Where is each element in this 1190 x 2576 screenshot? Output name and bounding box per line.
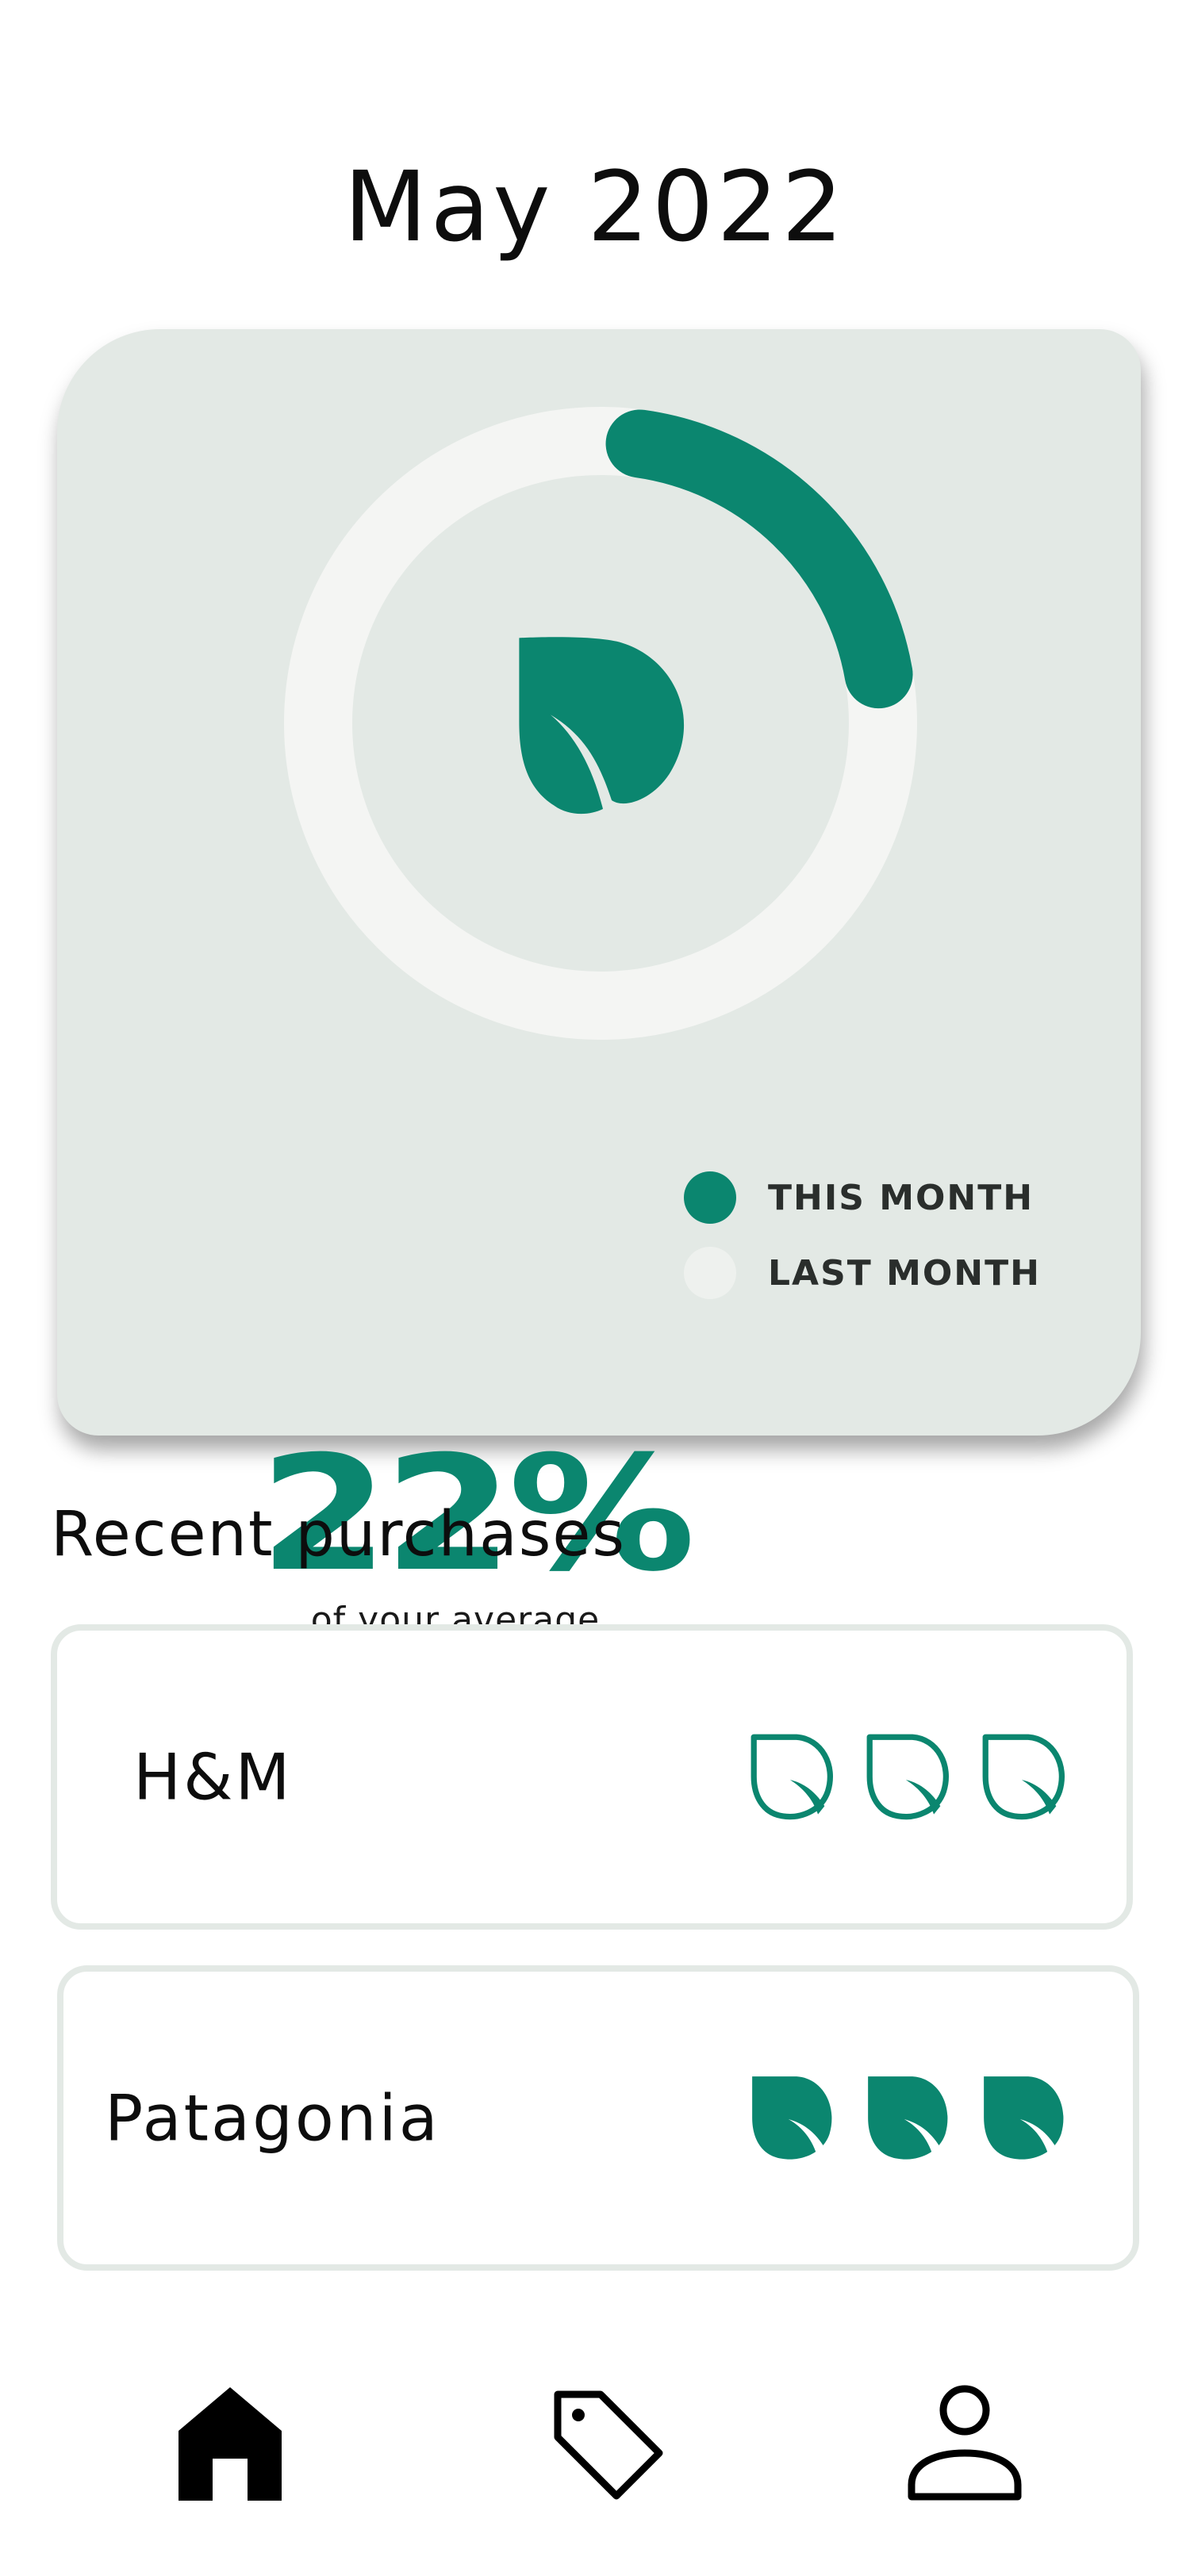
purchase-card-patagonia[interactable]: Patagonia	[57, 1965, 1139, 2271]
purchase-card-hm[interactable]: H&M	[51, 1624, 1133, 1930]
legend-label-this-month: THIS MONTH	[768, 1177, 1035, 1218]
home-icon	[178, 2387, 282, 2501]
leaf-outline-icon	[982, 1734, 1065, 1819]
user-icon	[908, 2385, 1022, 2501]
leaf-outline-icon	[866, 1734, 949, 1819]
legend-label-last-month: LAST MONTH	[768, 1252, 1041, 1294]
nav-home[interactable]	[151, 2363, 309, 2522]
legend-last-month: LAST MONTH	[684, 1245, 1041, 1301]
store-name: Patagonia	[105, 2081, 440, 2155]
leaf-filled-icon	[984, 2076, 1064, 2160]
leaf-filled-icon	[752, 2076, 832, 2160]
nav-profile[interactable]	[885, 2363, 1044, 2522]
consumption-summary-card: 22% of your average consumption THIS MON…	[57, 329, 1141, 1685]
progress-ring-arc	[605, 409, 913, 709]
legend-dot-this-month	[684, 1171, 736, 1224]
recent-purchases-heading: Recent purchases	[51, 1499, 627, 1570]
nav-tag[interactable]	[528, 2363, 687, 2522]
leaf-outline-icon	[750, 1734, 833, 1819]
page-title: May 2022	[344, 151, 846, 263]
store-name: H&M	[133, 1740, 293, 1814]
leaf-filled-icon	[868, 2076, 948, 2160]
bottom-navigation	[0, 2363, 1190, 2522]
sustainability-rating	[724, 2073, 1071, 2164]
leaf-icon	[519, 637, 685, 815]
legend-this-month: THIS MONTH	[684, 1170, 1034, 1225]
tag-icon	[554, 2390, 663, 2500]
legend-dot-last-month	[684, 1247, 736, 1299]
sustainability-rating	[724, 1732, 1071, 1823]
